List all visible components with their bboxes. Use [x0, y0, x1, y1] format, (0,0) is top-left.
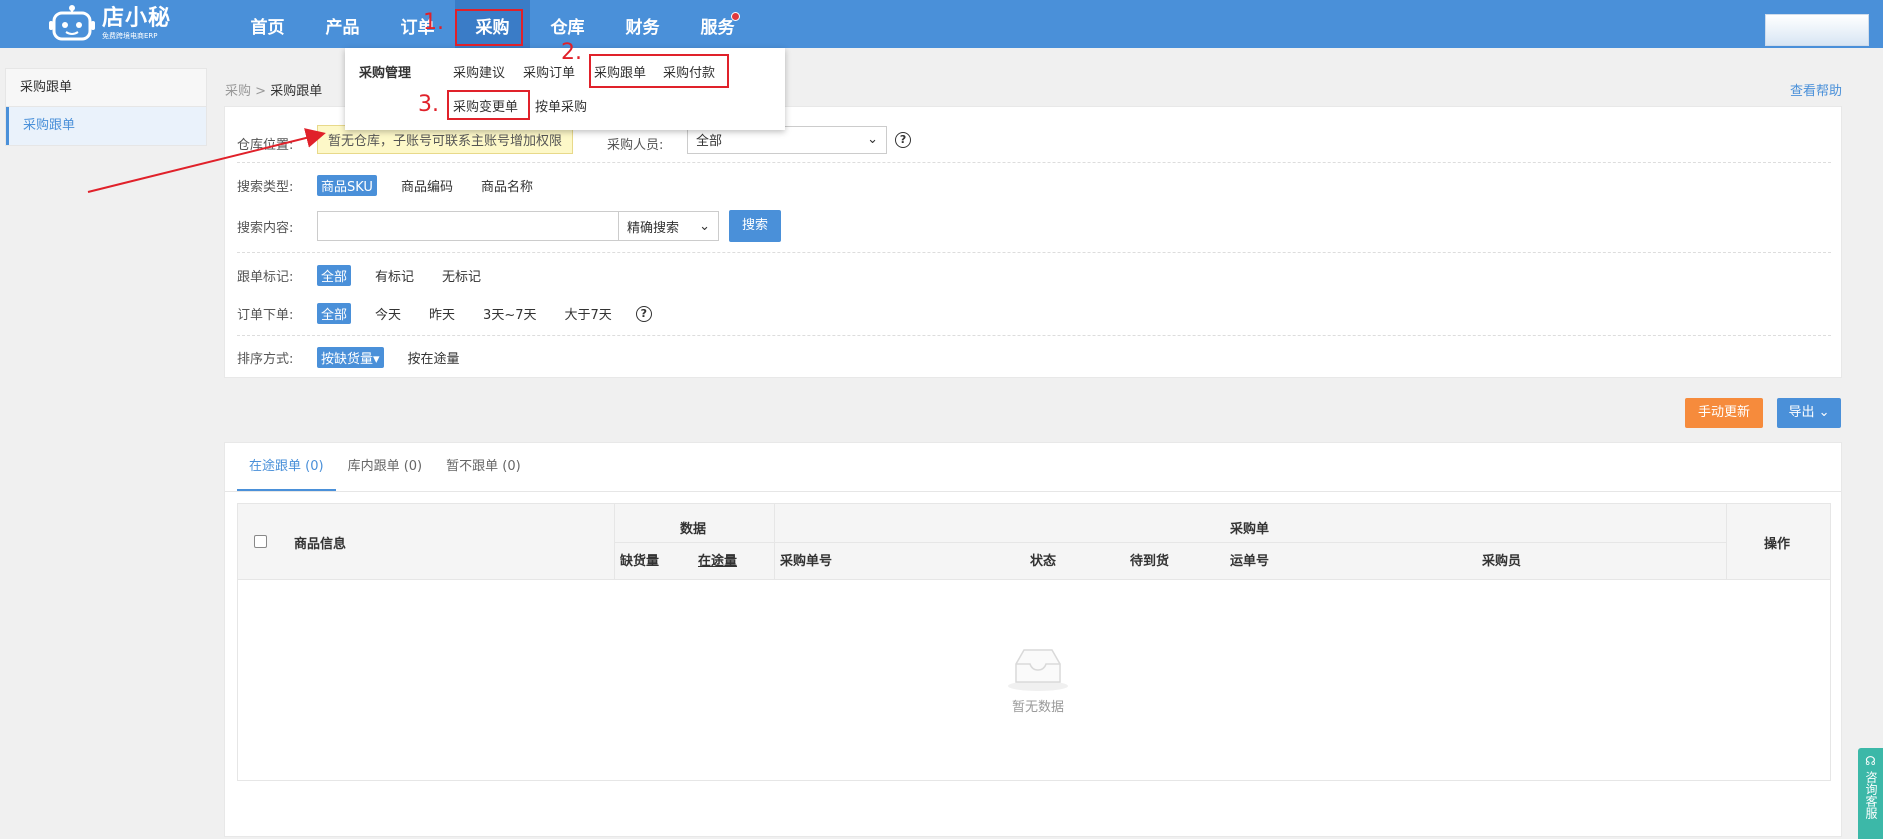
annotation-arrow — [87, 128, 326, 193]
customer-service-label: 咨询客服 — [1864, 771, 1878, 819]
headset-icon: ☊ — [1865, 754, 1876, 768]
customer-service-button[interactable]: ☊ 咨询客服 — [1858, 748, 1883, 839]
